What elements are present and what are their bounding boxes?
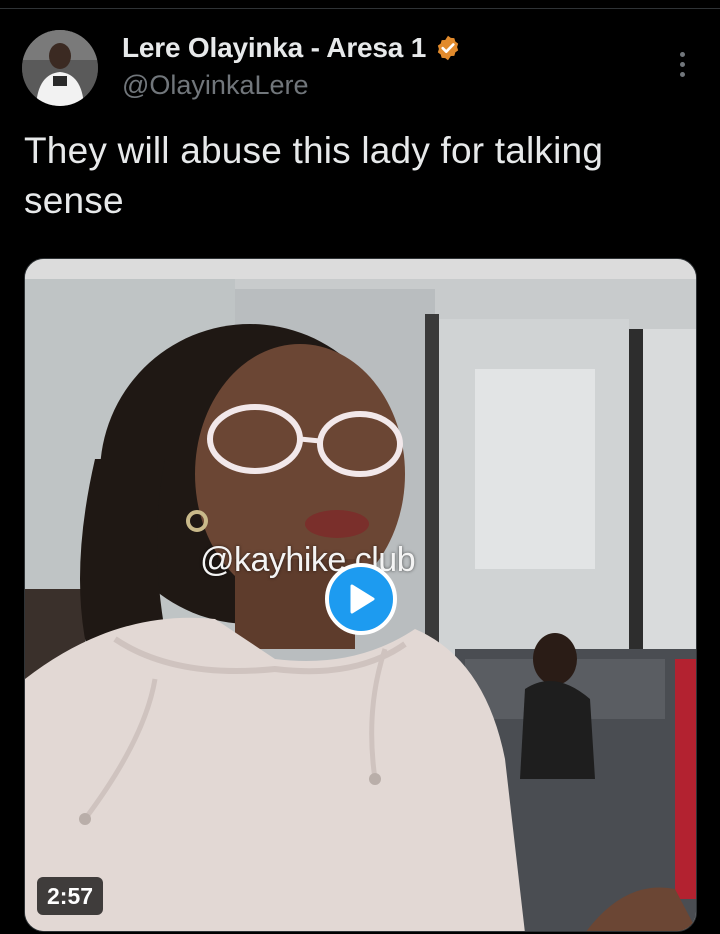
play-button[interactable] [325,563,397,635]
author-handle[interactable]: @OlayinkaLere [122,70,309,101]
tweet-text: They will abuse this lady for talking se… [24,130,604,221]
author-name-row[interactable]: Lere Olayinka - Aresa 1 [122,30,462,66]
author-display-name[interactable]: Lere Olayinka - Aresa 1 [122,32,426,64]
verified-badge-icon [434,34,462,62]
video-player[interactable]: @kayhike club 2:57 [24,258,697,932]
more-options-icon[interactable] [668,46,696,82]
video-duration-badge: 2:57 [37,877,104,915]
top-divider [0,8,720,9]
author-avatar[interactable] [22,30,98,106]
play-icon [350,584,375,614]
avatar-photo [22,30,98,106]
